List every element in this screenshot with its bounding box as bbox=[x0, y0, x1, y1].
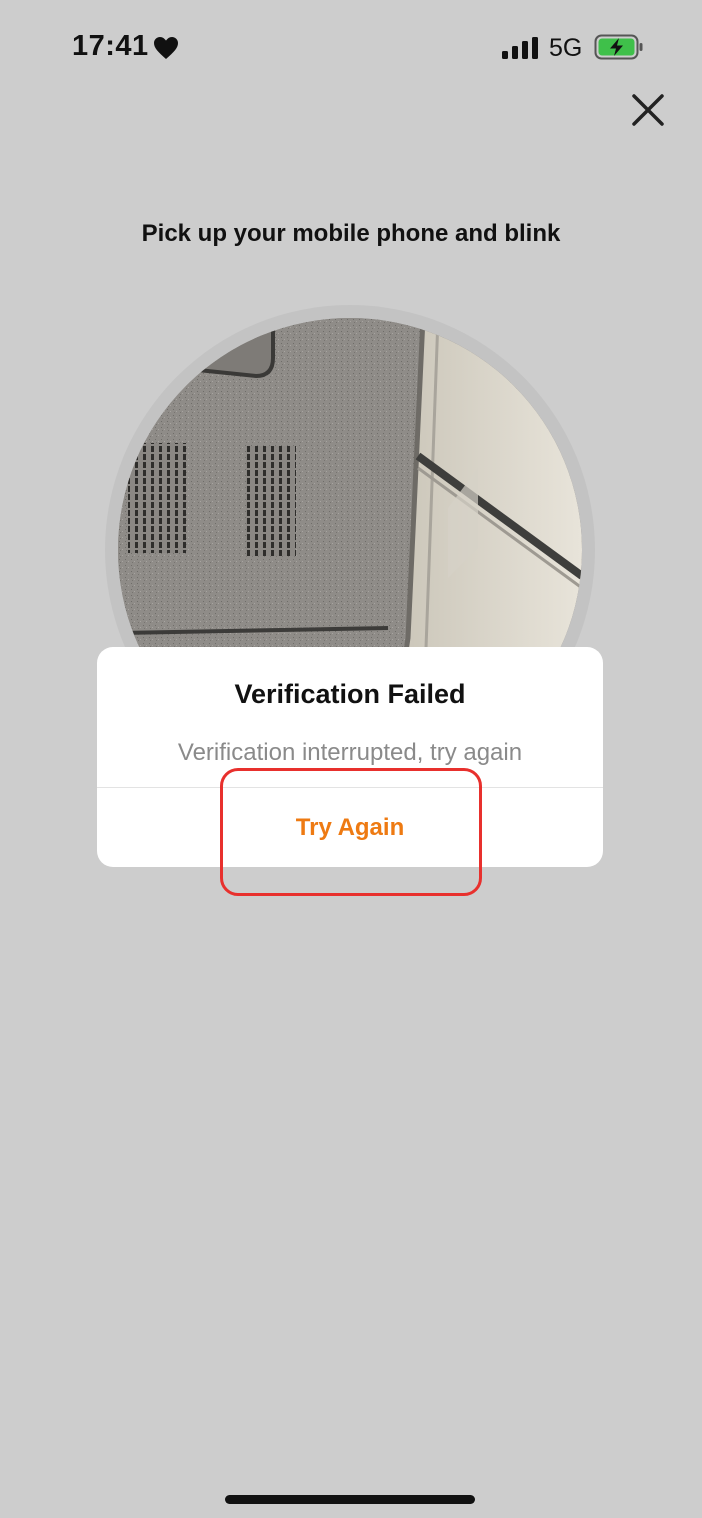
home-indicator[interactable] bbox=[225, 1495, 475, 1504]
highlight-annotation bbox=[220, 768, 482, 896]
dialog-message: Verification interrupted, try again bbox=[177, 739, 523, 766]
signal-icon bbox=[502, 37, 538, 59]
battery-charging-icon bbox=[594, 34, 643, 60]
dialog-title: Verification Failed bbox=[234, 679, 466, 709]
instruction-text: Pick up your mobile phone and blink bbox=[141, 220, 561, 247]
close-button[interactable] bbox=[626, 88, 670, 132]
status-time: 17:41 bbox=[72, 30, 149, 62]
status-bar: 17:41 5G bbox=[0, 0, 702, 96]
close-icon bbox=[632, 94, 664, 126]
network-type: 5G bbox=[549, 34, 583, 62]
heart-icon bbox=[154, 37, 178, 59]
